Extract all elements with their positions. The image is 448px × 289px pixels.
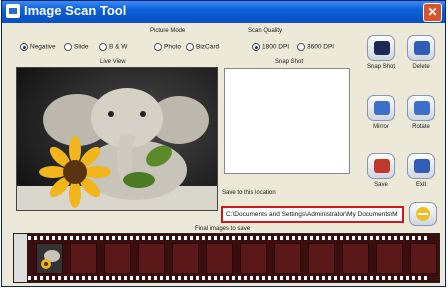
film-frame[interactable] xyxy=(70,243,97,274)
radio-1800dpi[interactable]: 1800 DPI xyxy=(252,43,289,51)
thumbnail-image xyxy=(37,244,62,273)
window-title: Image Scan Tool xyxy=(24,3,127,18)
live-view-image xyxy=(16,67,218,211)
save-path-field[interactable]: C:\Documents and Settings\Administrator\… xyxy=(221,206,404,223)
film-frame[interactable] xyxy=(172,243,199,274)
radio-3600dpi[interactable]: 3600 DPI xyxy=(297,43,334,51)
film-leader xyxy=(14,234,27,282)
radio-dot-icon xyxy=(154,43,162,51)
filmstrip xyxy=(13,233,440,283)
radio-negative-label: Negative xyxy=(30,43,56,51)
radio-bizcard-label: BizCard xyxy=(196,43,220,51)
exit-button[interactable] xyxy=(407,153,435,179)
save-icon xyxy=(374,159,390,173)
delete-icon xyxy=(414,41,430,55)
browse-button[interactable] xyxy=(409,202,437,226)
app-icon xyxy=(6,4,20,18)
save-location-label: Save to this location xyxy=(222,190,276,196)
radio-3600dpi-label: 3600 DPI xyxy=(307,43,335,51)
radio-photo-label: Photo xyxy=(164,43,181,51)
film-frame[interactable] xyxy=(376,243,403,274)
radio-photo[interactable]: Photo xyxy=(154,43,181,51)
film-thumbnail[interactable] xyxy=(36,243,63,274)
exit-icon xyxy=(414,159,430,173)
scan-quality-label: Scan Quality xyxy=(248,28,283,34)
snap-shot-button[interactable] xyxy=(367,35,395,61)
camera-icon xyxy=(374,41,390,55)
elephant-sunflower-photo xyxy=(17,68,217,210)
film-frame[interactable] xyxy=(342,243,369,274)
film-frame[interactable] xyxy=(104,243,131,274)
film-perforations-top xyxy=(28,236,439,240)
delete-button[interactable] xyxy=(407,35,435,61)
film-perforations-bottom xyxy=(28,276,439,280)
rotate-button-label: Rotate xyxy=(412,124,430,130)
film-frame[interactable] xyxy=(274,243,301,274)
mirror-button[interactable] xyxy=(367,95,395,121)
delete-button-label: Delete xyxy=(412,64,430,70)
radio-bw-label: B & W xyxy=(109,43,128,51)
picture-mode-label: Picture Mode xyxy=(150,28,186,34)
film-frame[interactable] xyxy=(308,243,335,274)
film-frame[interactable] xyxy=(410,243,437,274)
radio-dot-icon xyxy=(64,43,72,51)
mirror-icon xyxy=(374,101,390,115)
radio-slide-label: Slide xyxy=(74,43,89,51)
radio-slide[interactable]: Slide xyxy=(64,43,88,51)
film-frame[interactable] xyxy=(138,243,165,274)
film-frame[interactable] xyxy=(206,243,233,274)
folder-icon xyxy=(416,207,430,221)
snap-shot-preview xyxy=(224,68,350,174)
radio-bw[interactable]: B & W xyxy=(99,43,127,51)
close-button[interactable]: ✕ xyxy=(423,3,442,22)
title-bar[interactable]: Image Scan Tool ✕ xyxy=(2,1,445,23)
radio-dot-icon xyxy=(99,43,107,51)
filmstrip-label: Final images to save xyxy=(195,226,251,232)
live-view-label: Live View xyxy=(100,59,126,65)
radio-negative[interactable]: Negative xyxy=(20,43,56,51)
radio-dot-icon xyxy=(297,43,305,51)
radio-1800dpi-label: 1800 DPI xyxy=(262,43,290,51)
radio-dot-icon xyxy=(20,43,28,51)
film-frame[interactable] xyxy=(240,243,267,274)
snap-shot-label: Snap Shot xyxy=(275,59,304,65)
exit-button-label: Exit xyxy=(415,182,426,188)
rotate-button[interactable] xyxy=(407,95,435,121)
radio-bizcard[interactable]: BizCard xyxy=(186,43,219,51)
save-button[interactable] xyxy=(367,153,395,179)
radio-dot-icon xyxy=(186,43,194,51)
rotate-icon xyxy=(414,101,430,115)
radio-dot-icon xyxy=(252,43,260,51)
app-window: Image Scan Tool ✕ Negative Slide B & W P… xyxy=(1,0,446,287)
